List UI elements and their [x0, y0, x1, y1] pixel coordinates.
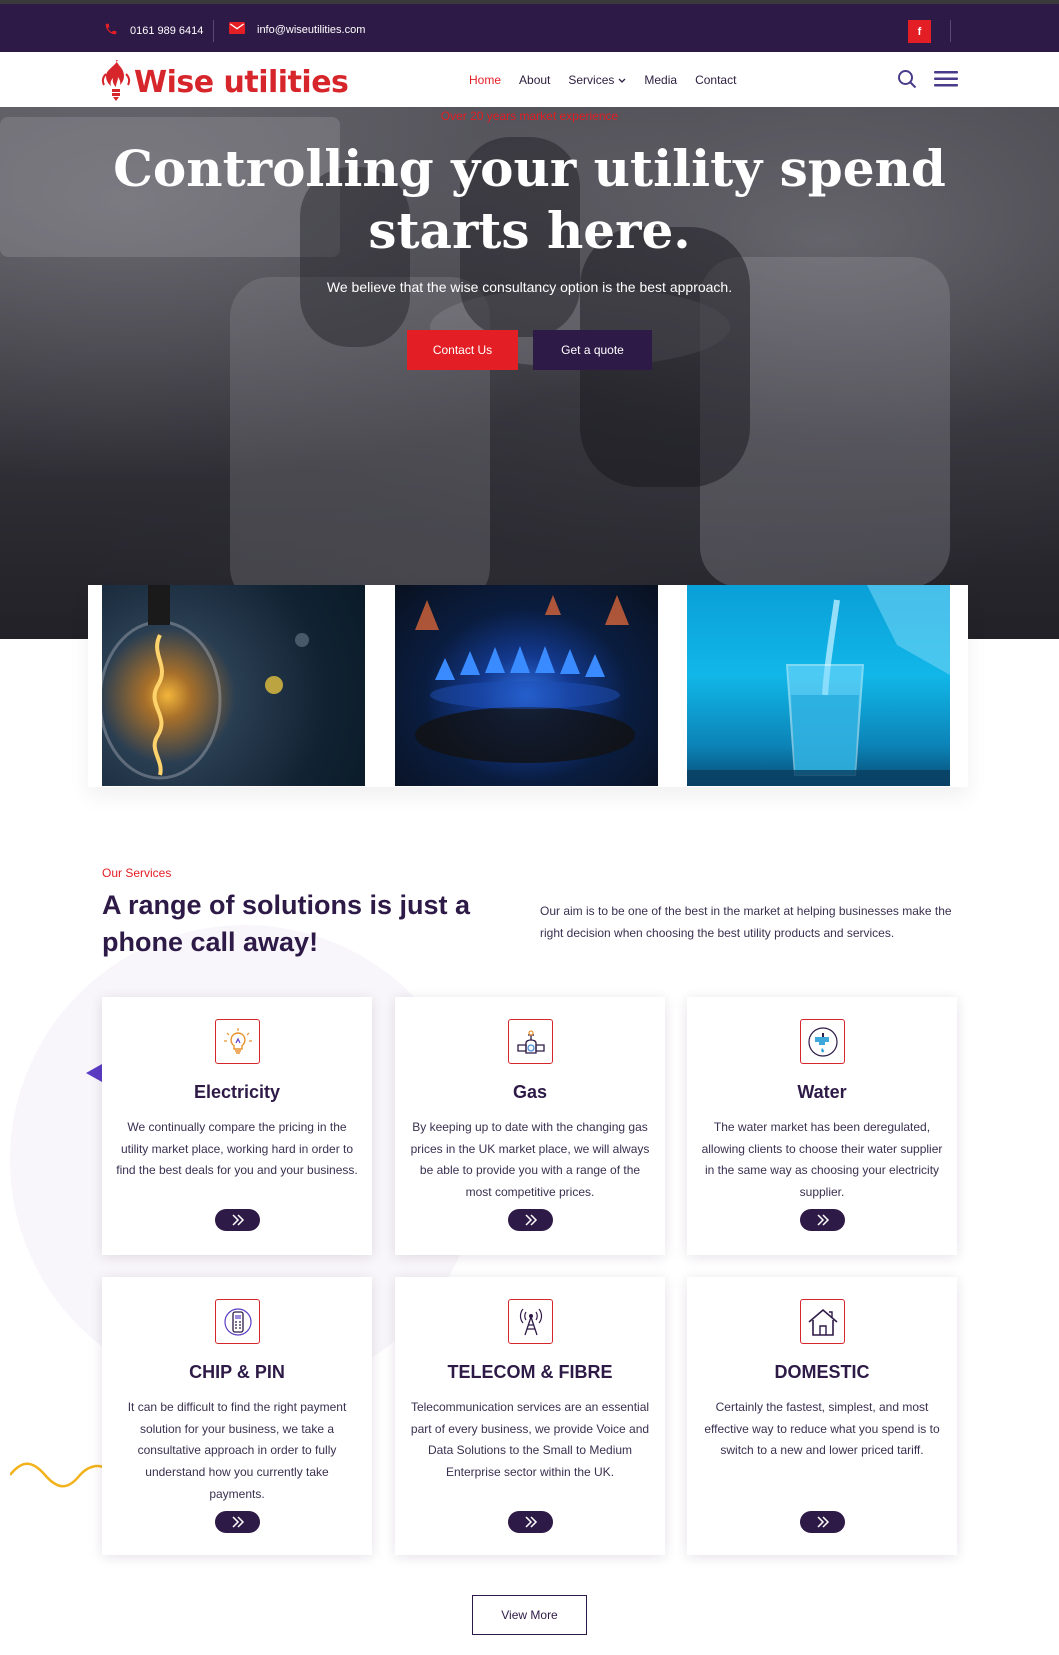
nav-contact[interactable]: Contact [695, 73, 736, 87]
search-icon[interactable] [897, 69, 917, 94]
phone-contact[interactable]: 0161 989 6414 [104, 22, 203, 39]
double-chevron-right-icon [231, 1214, 244, 1226]
logo-text: Wise utilities [134, 65, 349, 100]
double-chevron-right-icon [816, 1214, 829, 1226]
contact-us-button[interactable]: Contact Us [407, 330, 518, 370]
view-more-button[interactable]: View More [472, 1595, 587, 1635]
house-icon [800, 1299, 845, 1344]
logo[interactable]: Wise utilities [100, 58, 349, 107]
card-text: Telecommunication services are an essent… [410, 1400, 650, 1480]
service-card-domestic: DOMESTIC Certainly the fastest, simplest… [687, 1277, 957, 1555]
hero-subtitle: We believe that the wise consultancy opt… [326, 279, 733, 295]
decorative-wave [10, 1462, 105, 1488]
lightbulb-icon [215, 1019, 260, 1064]
services-eyebrow: Our Services [102, 866, 172, 880]
card-title: Electricity [193, 1082, 281, 1102]
hero-chair [700, 257, 950, 587]
services-description: Our aim is to be one of the best in the … [540, 904, 952, 940]
nav-about[interactable]: About [519, 73, 550, 87]
electricity-more-button[interactable] [215, 1209, 260, 1231]
nav-services[interactable]: Services [568, 73, 626, 87]
telecom-more-button[interactable] [508, 1511, 553, 1533]
decorative-triangle [86, 1064, 102, 1082]
water-tap-icon [800, 1019, 845, 1064]
top-bar: 0161 989 6414 info@wiseutilities.com f [0, 0, 1059, 52]
hamburger-menu-icon[interactable] [934, 71, 958, 92]
phone-icon [104, 22, 118, 39]
hero-title-line2: starts here. [368, 201, 691, 260]
card-title: Water [797, 1082, 847, 1102]
light-bulb-image [102, 585, 365, 786]
chip-pin-more-button[interactable] [215, 1511, 260, 1533]
gas-more-button[interactable] [508, 1209, 553, 1231]
service-card-chip-pin: CHIP & PIN It can be difficult to find t… [102, 1277, 372, 1555]
gas-pipe-icon [508, 1019, 553, 1064]
card-text: Certainly the fastest, simplest, and mos… [704, 1400, 940, 1458]
card-text: By keeping up to date with the changing … [410, 1120, 650, 1200]
domestic-more-button[interactable] [800, 1511, 845, 1533]
card-title: Gas [512, 1082, 548, 1102]
hero-chair [230, 277, 490, 607]
hero-eyebrow: Over 20 years market experience [440, 109, 619, 123]
service-card-gas: Gas By keeping up to date with the chang… [395, 997, 665, 1255]
hero-title: Controlling your utility spend starts he… [0, 138, 1059, 262]
gas-flame-image [395, 585, 658, 786]
double-chevron-right-icon [524, 1516, 537, 1528]
card-text: The water market has been deregulated, a… [701, 1120, 943, 1200]
water-more-button[interactable] [800, 1209, 845, 1231]
nav-home[interactable]: Home [469, 73, 501, 87]
card-terminal-icon [215, 1299, 260, 1344]
nav-services-label: Services [568, 73, 615, 87]
double-chevron-right-icon [816, 1516, 829, 1528]
double-chevron-right-icon [231, 1516, 244, 1528]
service-card-telecom: TELECOM & FIBRE Telecommunication servic… [395, 1277, 665, 1555]
chevron-down-icon [618, 73, 626, 87]
double-chevron-right-icon [524, 1214, 537, 1226]
main-nav: Home About Services Media Contact [469, 73, 736, 87]
card-title: TELECOM & FIBRE [447, 1362, 613, 1382]
service-card-water: Water The water market has been deregula… [687, 997, 957, 1255]
topbar-divider [950, 20, 951, 42]
flame-logo-icon [100, 58, 132, 107]
mail-icon [229, 22, 245, 37]
hero-title-line1: Controlling your utility spend [113, 139, 946, 198]
card-text: We continually compare the pricing in th… [116, 1120, 358, 1178]
nav-media[interactable]: Media [644, 73, 677, 87]
email-contact[interactable]: info@wiseutilities.com [229, 22, 365, 37]
get-quote-button[interactable]: Get a quote [533, 330, 652, 370]
phone-number: 0161 989 6414 [130, 24, 204, 37]
card-title: CHIP & PIN [189, 1362, 285, 1382]
services-title: A range of solutions is just a phone cal… [102, 890, 471, 957]
email-address: info@wiseutilities.com [257, 23, 366, 36]
antenna-tower-icon [508, 1299, 553, 1344]
glass-of-water-image [687, 585, 950, 786]
site-header: Wise utilities Home About Services Media… [0, 52, 1059, 107]
service-card-electricity: Electricity We continually compare the p… [102, 997, 372, 1255]
topbar-divider [213, 20, 214, 42]
card-text: It can be difficult to find the right pa… [127, 1400, 347, 1501]
card-title: DOMESTIC [774, 1362, 870, 1382]
facebook-icon[interactable]: f [908, 20, 931, 43]
